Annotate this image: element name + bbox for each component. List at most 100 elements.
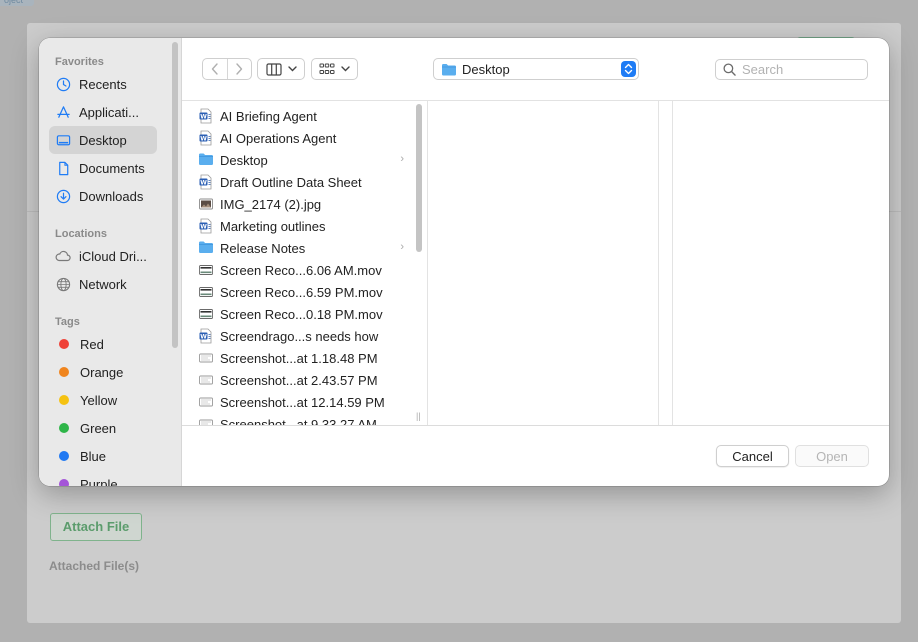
file-name: Screen Reco...0.18 PM.mov — [220, 306, 383, 322]
footer-divider — [182, 425, 889, 426]
file-row[interactable]: W AI Operations Agent — [198, 127, 418, 149]
screenshot-file-icon — [198, 372, 214, 388]
file-list-column: W AI Briefing Agent W AI Operations Agent De… — [182, 101, 427, 426]
sidebar-item-label: iCloud Dri... — [79, 248, 147, 264]
sidebar-item-label: Green — [80, 420, 117, 436]
sidebar-item-network[interactable]: Network — [49, 270, 157, 298]
file-row[interactable]: Screenshot...at 12.14.59 PM — [198, 391, 418, 413]
svg-text:W: W — [200, 113, 207, 120]
group-by-button[interactable] — [311, 58, 358, 80]
sidebar-tag-orange[interactable]: Orange — [49, 358, 157, 386]
file-name: Screen Reco...6.06 AM.mov — [220, 262, 382, 278]
chevron-left-icon — [211, 63, 218, 75]
sidebar-item-label: Yellow — [80, 392, 118, 408]
file-row[interactable]: Screenshot...at 2.43.57 PM — [198, 369, 418, 391]
movie-file-icon — [198, 284, 214, 300]
column-divider — [672, 101, 673, 426]
sidebar-item-icloud-drive[interactable]: iCloud Dri... — [49, 242, 157, 270]
folder-icon — [198, 152, 214, 168]
project-tag-label: oject — [4, 0, 24, 5]
file-name: Screenshot...at 1.18.48 PM — [220, 350, 378, 366]
file-row[interactable]: Screen Reco...0.18 PM.mov — [198, 303, 418, 325]
movie-file-icon — [198, 306, 214, 322]
forward-button[interactable] — [226, 59, 251, 79]
sidebar-item-label: Recents — [79, 76, 127, 92]
file-name: Release Notes — [220, 240, 306, 256]
open-button[interactable]: Open — [795, 445, 869, 467]
chevron-right-icon: › — [400, 241, 404, 253]
sidebar-tag-purple[interactable]: Purple — [49, 470, 157, 486]
download-icon — [55, 188, 71, 204]
purple-tag-dot-icon — [59, 479, 69, 486]
file-name: Marketing outlines — [220, 218, 326, 234]
word-doc-icon: W — [198, 218, 214, 234]
sidebar-item-documents[interactable]: Documents — [49, 154, 157, 182]
movie-file-icon — [198, 262, 214, 278]
folder-row[interactable]: Release Notes › — [198, 237, 418, 259]
clock-icon — [55, 76, 71, 92]
file-name: Screendrago...s needs how — [220, 328, 379, 344]
file-row[interactable]: W Draft Outline Data Sheet — [198, 171, 418, 193]
image-file-icon — [198, 196, 214, 212]
file-name: Screenshot...at 2.43.57 PM — [220, 372, 378, 388]
svg-text:W: W — [200, 333, 207, 340]
file-name: AI Operations Agent — [220, 130, 337, 146]
tags-heading: Tags — [55, 316, 80, 328]
attach-file-button[interactable]: Attach File — [50, 513, 142, 541]
chevron-down-icon — [287, 66, 297, 72]
grid-icon — [319, 63, 335, 74]
sidebar-item-recents[interactable]: Recents — [49, 70, 157, 98]
sidebar-item-desktop[interactable]: Desktop — [49, 126, 157, 154]
desktop-icon — [55, 132, 71, 148]
sidebar-item-label: Red — [80, 336, 104, 352]
sidebar-tag-yellow[interactable]: Yellow — [49, 386, 157, 414]
popup-stepper-icon — [621, 61, 636, 77]
search-icon — [723, 63, 736, 76]
file-row[interactable]: W Screendrago...s needs how — [198, 325, 418, 347]
view-mode-button[interactable] — [257, 58, 305, 80]
cancel-button[interactable]: Cancel — [716, 445, 789, 467]
favorites-heading: Favorites — [55, 56, 104, 68]
file-row[interactable]: W Marketing outlines — [198, 215, 418, 237]
svg-text:W: W — [200, 223, 207, 230]
sidebar-tag-blue[interactable]: Blue — [49, 442, 157, 470]
sidebar-item-label: Desktop — [79, 132, 127, 148]
column-resize-handle[interactable]: || — [416, 411, 421, 421]
sidebar-tag-red[interactable]: Red — [49, 330, 157, 358]
orange-tag-dot-icon — [59, 367, 69, 377]
search-input[interactable] — [742, 62, 862, 77]
sidebar-item-label: Downloads — [79, 188, 144, 204]
sidebar-scrollbar[interactable] — [172, 42, 178, 348]
sidebar-item-label: Applicati... — [79, 104, 139, 120]
navigation-buttons — [202, 58, 252, 80]
folder-icon — [442, 63, 456, 75]
search-field[interactable] — [715, 59, 868, 80]
document-icon — [55, 160, 71, 176]
locations-heading: Locations — [55, 228, 107, 240]
yellow-tag-dot-icon — [59, 395, 69, 405]
file-name: AI Briefing Agent — [220, 108, 317, 124]
sidebar-tag-green[interactable]: Green — [49, 414, 157, 442]
file-row[interactable]: W AI Briefing Agent — [198, 105, 418, 127]
chevron-down-icon — [341, 66, 350, 72]
file-row[interactable]: Screen Reco...6.06 AM.mov — [198, 259, 418, 281]
file-row[interactable]: IMG_2174 (2).jpg — [198, 193, 418, 215]
sidebar-item-label: Network — [79, 276, 127, 292]
back-button[interactable] — [203, 59, 227, 79]
cloud-icon — [55, 248, 71, 264]
blue-tag-dot-icon — [59, 451, 69, 461]
file-row[interactable]: Screenshot...at 1.18.48 PM — [198, 347, 418, 369]
attached-files-label: Attached File(s) — [49, 559, 140, 573]
sidebar: Favorites Recents Applicati... Desktop D… — [39, 38, 182, 486]
applications-icon — [55, 104, 71, 120]
file-row[interactable]: Screen Reco...6.59 PM.mov — [198, 281, 418, 303]
folder-row[interactable]: Desktop › — [198, 149, 418, 171]
file-open-dialog: Favorites Recents Applicati... Desktop D… — [39, 38, 889, 486]
file-list-scrollbar[interactable] — [416, 104, 422, 252]
sidebar-item-downloads[interactable]: Downloads — [49, 182, 157, 210]
location-popup[interactable]: Desktop — [433, 58, 639, 80]
project-tag: oject — [0, 0, 34, 6]
sidebar-item-applications[interactable]: Applicati... — [49, 98, 157, 126]
file-name: IMG_2174 (2).jpg — [220, 196, 322, 212]
folder-icon — [198, 240, 214, 256]
